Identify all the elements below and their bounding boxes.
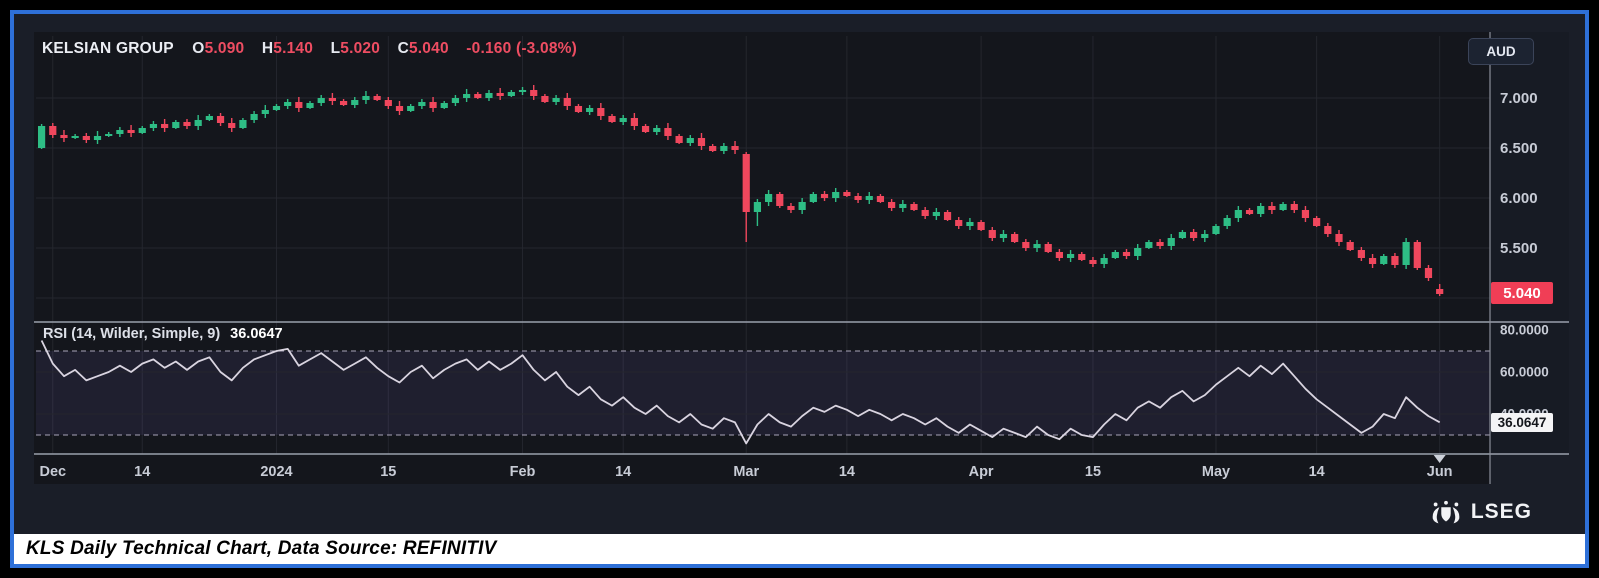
svg-text:15: 15	[1085, 464, 1101, 480]
open-value: 5.090	[204, 40, 245, 57]
svg-text:Mar: Mar	[733, 464, 759, 480]
svg-text:14: 14	[1309, 464, 1325, 480]
symbol-name: KELSIAN GROUP	[42, 40, 174, 57]
rsi-axis-labels: 80.000060.000040.0000	[1500, 323, 1549, 422]
svg-text:14: 14	[134, 464, 150, 480]
open-label: O	[192, 40, 205, 57]
svg-text:5.500: 5.500	[1500, 240, 1538, 257]
svg-text:May: May	[1202, 464, 1230, 480]
rsi-label: RSI (14, Wilder, Simple, 9)	[43, 326, 221, 342]
close-label: C	[397, 40, 409, 57]
high-value: 5.140	[273, 40, 314, 57]
chart-panel: 7.0006.5006.0005.50080.000060.000040.000…	[10, 10, 1589, 568]
caption-bar: KLS Daily Technical Chart, Data Source: …	[14, 534, 1585, 564]
low-value: 5.020	[340, 40, 381, 57]
low-label: L	[330, 40, 341, 57]
lseg-wordmark: LSEG	[1470, 500, 1532, 523]
rsi-band	[36, 351, 1490, 435]
svg-text:60.0000: 60.0000	[1500, 365, 1549, 380]
change-value: -0.160 (-3.08%)	[466, 40, 577, 57]
close-value: 5.040	[408, 40, 449, 57]
svg-text:14: 14	[615, 464, 631, 480]
chart-canvas[interactable]: 7.0006.5006.0005.50080.000060.000040.000…	[14, 14, 1585, 534]
rsi-value-badge: 36.0647	[1491, 413, 1553, 432]
svg-text:Apr: Apr	[969, 464, 994, 480]
rsi-title: RSI (14, Wilder, Simple, 9) 36.0647	[43, 326, 283, 342]
high-label: H	[261, 40, 274, 57]
lseg-logo: LSEG	[1429, 498, 1532, 526]
svg-text:Feb: Feb	[510, 464, 536, 480]
svg-text:80.0000: 80.0000	[1500, 323, 1549, 338]
svg-text:Dec: Dec	[39, 464, 66, 480]
svg-text:Jun: Jun	[1427, 464, 1453, 480]
svg-text:15: 15	[380, 464, 396, 480]
outer-frame: 7.0006.5006.0005.50080.000060.000040.000…	[0, 0, 1599, 578]
last-price-badge: 5.040	[1491, 282, 1553, 304]
lseg-crest-icon	[1429, 499, 1463, 525]
svg-text:6.000: 6.000	[1500, 190, 1538, 207]
svg-text:7.000: 7.000	[1500, 90, 1538, 107]
svg-text:2024: 2024	[260, 464, 292, 480]
svg-text:6.500: 6.500	[1500, 140, 1538, 157]
svg-text:14: 14	[839, 464, 855, 480]
currency-selector[interactable]: AUD	[1468, 38, 1534, 65]
ohlc-header: KELSIAN GROUP O5.090 H5.140 L5.020 C5.04…	[42, 40, 590, 58]
chart-area: 7.0006.5006.0005.50080.000060.000040.000…	[14, 14, 1585, 534]
rsi-current-value: 36.0647	[230, 326, 283, 342]
caption-text: KLS Daily Technical Chart, Data Source: …	[26, 538, 497, 559]
